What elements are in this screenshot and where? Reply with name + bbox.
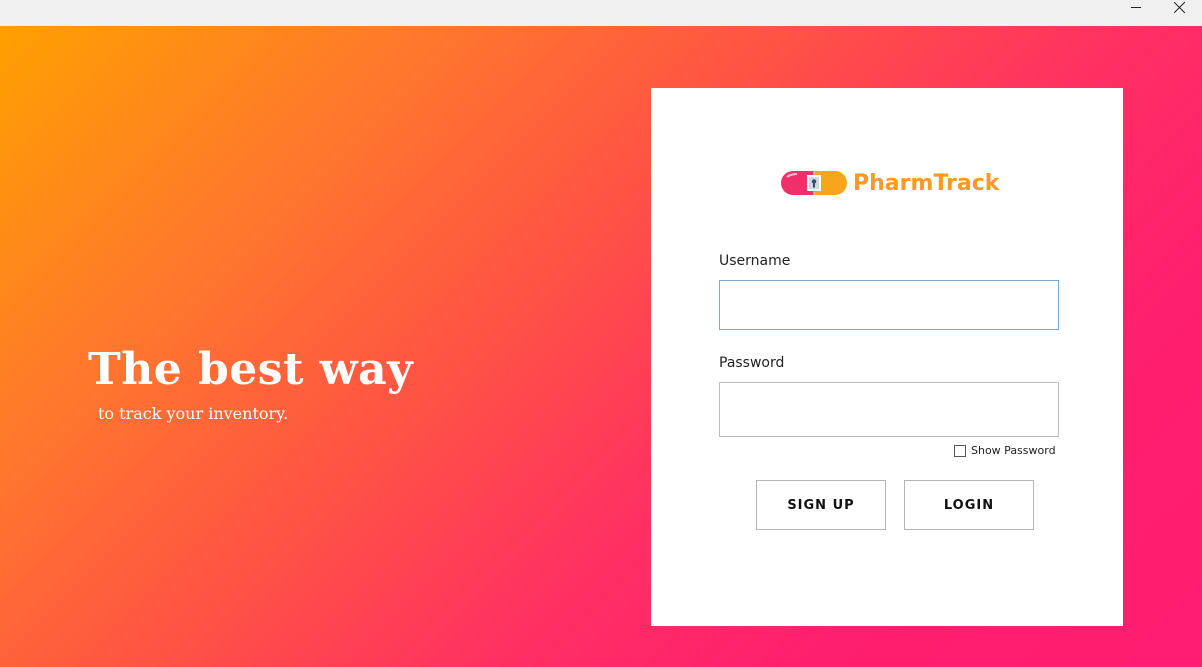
login-button[interactable]: LOGIN (904, 480, 1034, 530)
minimize-icon (1131, 6, 1141, 8)
app-window: The best way to track your inventory. Ph… (0, 0, 1202, 667)
login-card: PharmTrack Username Password Show Passwo… (651, 88, 1123, 626)
username-input[interactable] (719, 280, 1059, 330)
password-label: Password (719, 355, 785, 371)
password-input[interactable] (719, 382, 1059, 437)
minimize-button[interactable] (1114, 0, 1158, 26)
show-password-label: Show Password (971, 444, 1056, 457)
show-password-toggle[interactable]: Show Password (954, 444, 1056, 457)
brand-name: PharmTrack (853, 170, 1000, 196)
hero-title: The best way (88, 344, 414, 395)
title-bar (0, 0, 1202, 26)
pill-lock-icon (781, 171, 847, 195)
username-label: Username (719, 253, 791, 269)
brand-logo: PharmTrack (779, 168, 999, 198)
hero-subtitle: to track your inventory. (98, 404, 289, 423)
signup-button[interactable]: SIGN UP (756, 480, 886, 530)
close-button[interactable] (1158, 0, 1202, 26)
close-icon (1174, 1, 1186, 13)
show-password-checkbox[interactable] (954, 444, 966, 457)
